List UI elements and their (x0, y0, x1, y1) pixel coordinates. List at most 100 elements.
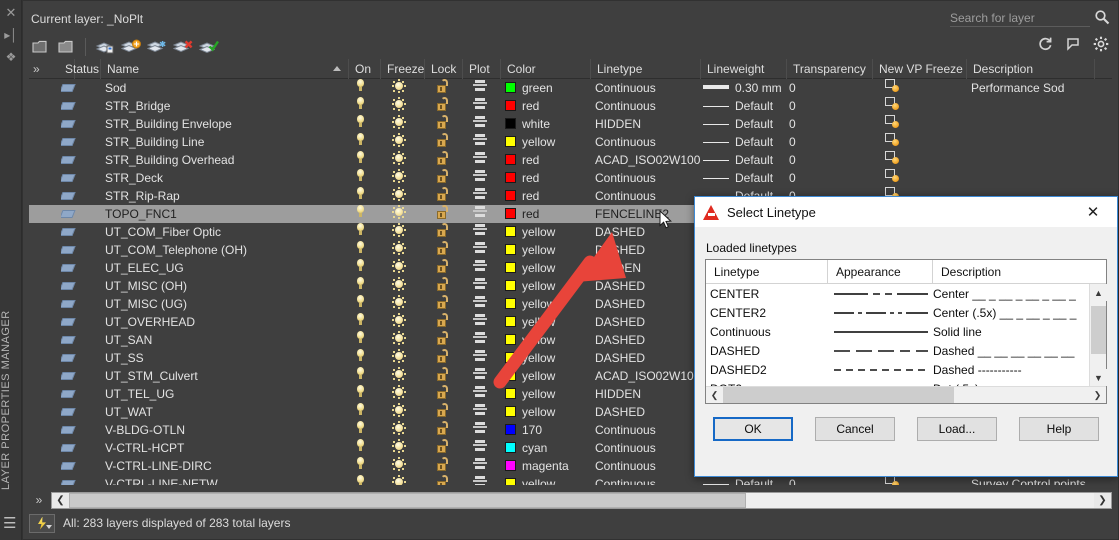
layer-plot-icon[interactable] (473, 403, 487, 416)
cell-name[interactable]: UT_COM_Telephone (OH) (105, 241, 345, 259)
hscroll-thumb[interactable] (723, 387, 954, 403)
table-row[interactable]: STR_Building Overhead red ACAD_ISO02W100 De… (29, 151, 1112, 169)
layer-thaw-icon[interactable] (391, 187, 406, 202)
column-header-status[interactable]: Status (59, 59, 101, 79)
layer-on-icon[interactable] (356, 223, 365, 236)
cell-color[interactable]: red (505, 187, 591, 205)
cell-color[interactable]: red (505, 169, 591, 187)
cell-color[interactable]: green (505, 79, 591, 97)
cell-freeze[interactable] (391, 457, 413, 475)
cell-new-vp-freeze[interactable] (885, 169, 915, 187)
cell-lock[interactable] (437, 475, 457, 485)
cell-on[interactable] (356, 331, 376, 349)
header-description[interactable]: Description (933, 260, 1106, 283)
cell-name[interactable]: UT_OVERHEAD (105, 313, 345, 331)
linetype-list-item[interactable]: CENTER2 Center (.5x) __ _ __ _ __ _ (706, 303, 1089, 322)
cell-lineweight[interactable]: Default (703, 151, 787, 169)
layer-unlocked-icon[interactable] (437, 97, 449, 111)
cell-lock[interactable] (437, 151, 457, 169)
layer-unlocked-icon[interactable] (437, 151, 449, 165)
layer-unlocked-icon[interactable] (437, 223, 449, 237)
table-row[interactable]: STR_Deck red Continuous Default 0 (29, 169, 1112, 187)
column-header-lock[interactable]: Lock (425, 59, 463, 79)
layer-on-icon[interactable] (356, 187, 365, 200)
linetype-list-item[interactable]: DASHED2 Dashed ----------- (706, 360, 1089, 379)
cell-lock[interactable] (437, 313, 457, 331)
cell-lock[interactable] (437, 115, 457, 133)
column-header-transparency[interactable]: Transparency (787, 59, 873, 79)
layer-unlocked-icon[interactable] (437, 277, 449, 291)
cell-name[interactable]: STR_Building Line (105, 133, 345, 151)
layer-thaw-icon[interactable] (391, 79, 406, 94)
cell-color[interactable]: yellow (505, 223, 591, 241)
header-linetype[interactable]: Linetype (706, 260, 828, 283)
cell-plot[interactable] (473, 115, 493, 133)
layer-on-icon[interactable] (356, 133, 365, 146)
layer-plot-icon[interactable] (473, 187, 487, 200)
cell-freeze[interactable] (391, 295, 413, 313)
layer-on-icon[interactable] (356, 205, 365, 218)
cell-plot[interactable] (473, 295, 493, 313)
layer-on-icon[interactable] (356, 331, 365, 344)
layer-on-icon[interactable] (356, 403, 365, 416)
new-layer-button[interactable] (120, 36, 142, 58)
cell-name[interactable]: V-CTRL-LINE-DIRC (105, 457, 345, 475)
layer-plot-icon[interactable] (473, 295, 487, 308)
cell-freeze[interactable] (391, 187, 413, 205)
cell-on[interactable] (356, 277, 376, 295)
layer-thaw-icon[interactable] (391, 205, 406, 220)
layer-plot-icon[interactable] (473, 475, 487, 485)
layer-unlocked-icon[interactable] (437, 79, 449, 93)
cell-linetype[interactable]: DASHED (595, 403, 701, 421)
layer-on-icon[interactable] (356, 421, 365, 434)
cell-plot[interactable] (473, 457, 493, 475)
layer-filter-button[interactable] (29, 513, 55, 533)
column-expander-button[interactable]: » (29, 492, 49, 509)
layer-thaw-icon[interactable] (391, 457, 406, 472)
cell-name[interactable]: V-CTRL-LINE-NETW (105, 475, 345, 485)
cell-color[interactable]: red (505, 205, 591, 223)
layer-unlocked-icon[interactable] (437, 205, 449, 219)
layer-unlocked-icon[interactable] (437, 295, 449, 309)
cell-color[interactable]: yellow (505, 259, 591, 277)
column-header-name[interactable]: Name (101, 59, 349, 79)
cell-lock[interactable] (437, 79, 457, 97)
layer-on-icon[interactable] (356, 385, 365, 398)
layer-plot-icon[interactable] (473, 457, 487, 470)
layer-thaw-icon[interactable] (391, 259, 406, 274)
cell-new-vp-freeze[interactable] (885, 79, 915, 97)
layer-unlocked-icon[interactable] (437, 367, 449, 381)
cell-freeze[interactable] (391, 313, 413, 331)
cell-name[interactable]: UT_MISC (OH) (105, 277, 345, 295)
layer-on-icon[interactable] (356, 277, 365, 290)
close-icon[interactable]: ✕ (0, 6, 22, 20)
cell-freeze[interactable] (391, 385, 413, 403)
cell-on[interactable] (356, 97, 376, 115)
cell-plot[interactable] (473, 241, 493, 259)
cell-on[interactable] (356, 403, 376, 421)
cell-freeze[interactable] (391, 151, 413, 169)
cell-name[interactable]: UT_STM_Culvert (105, 367, 345, 385)
cell-name[interactable]: UT_COM_Fiber Optic (105, 223, 345, 241)
new-vp-freeze-icon[interactable] (885, 169, 899, 182)
cell-plot[interactable] (473, 385, 493, 403)
layer-thaw-icon[interactable] (391, 421, 406, 436)
linetype-list-item[interactable]: DASHED Dashed __ __ __ __ __ __ (706, 341, 1089, 360)
cell-name[interactable]: UT_SS (105, 349, 345, 367)
cell-lock[interactable] (437, 439, 457, 457)
layer-plot-icon[interactable] (473, 421, 487, 434)
cell-color[interactable]: yellow (505, 331, 591, 349)
cell-color[interactable]: red (505, 97, 591, 115)
cell-color[interactable]: yellow (505, 295, 591, 313)
layer-plot-icon[interactable] (473, 223, 487, 236)
layer-thaw-icon[interactable] (391, 151, 406, 166)
new-vp-freeze-icon[interactable] (885, 133, 899, 146)
table-row[interactable]: STR_Building Line yellow Continuous Default… (29, 133, 1112, 151)
cell-new-vp-freeze[interactable] (885, 115, 915, 133)
cell-plot[interactable] (473, 223, 493, 241)
search-icon[interactable] (1094, 9, 1110, 25)
cell-transparency[interactable]: 0 (789, 79, 869, 97)
cell-linetype[interactable]: DASHED (595, 331, 701, 349)
column-header-plot[interactable]: Plot (463, 59, 501, 79)
cell-lock[interactable] (437, 367, 457, 385)
